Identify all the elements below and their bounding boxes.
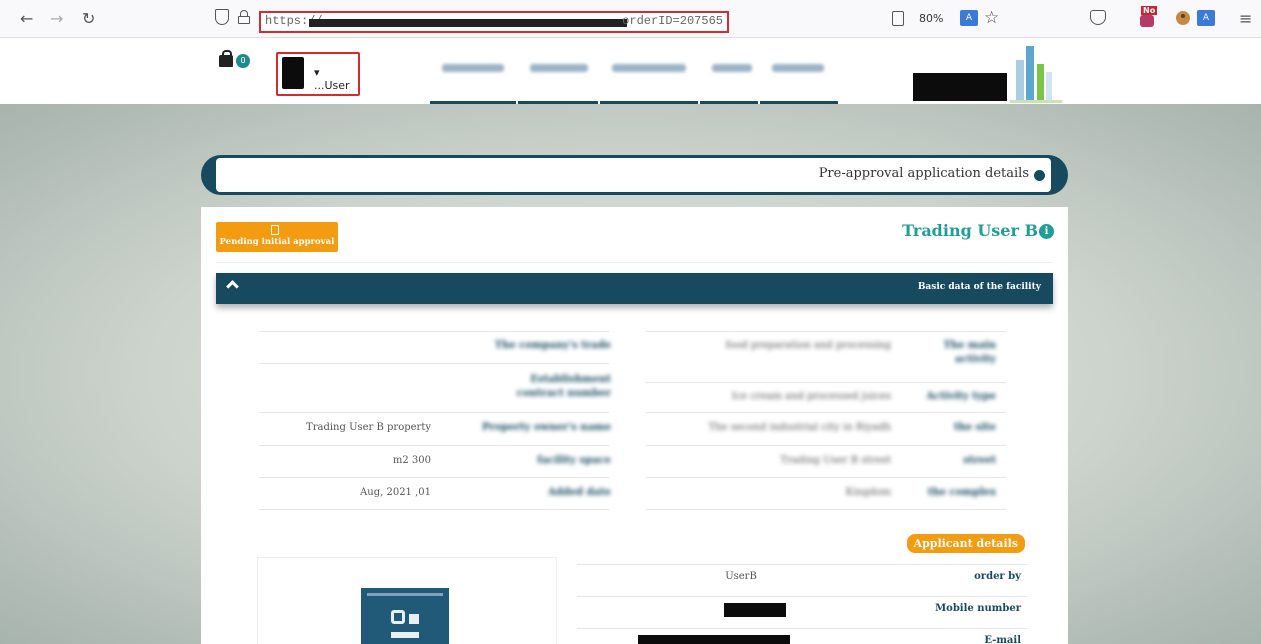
- applicant-order-by-value: UserB: [725, 571, 757, 582]
- avatar: [282, 57, 304, 89]
- field-label-site: the site: [953, 422, 996, 433]
- field-label-facility-space: facility space: [537, 455, 611, 466]
- chevron-up-icon[interactable]: [226, 280, 239, 293]
- reload-icon[interactable]: ↻: [82, 9, 95, 28]
- nav-item-5[interactable]: [760, 54, 838, 104]
- main-nav: [430, 54, 840, 104]
- zoom-level[interactable]: 80%: [919, 12, 943, 25]
- application-card: Pending initial approval Trading User B …: [201, 207, 1068, 644]
- section-title: Basic data of the facility: [917, 282, 1041, 292]
- nav-item-4[interactable]: [700, 54, 758, 104]
- email-redaction: [638, 635, 790, 644]
- forward-arrow-icon[interactable]: →: [50, 9, 63, 28]
- page-title-bar: Pre-approval application details: [201, 155, 1068, 195]
- field-value-activity-type: Ice cream and processed juices: [731, 391, 891, 402]
- field-label-added-date: Added date: [547, 487, 611, 498]
- nav-item-3[interactable]: [600, 54, 698, 104]
- url-query: orderID=207565: [622, 14, 723, 28]
- field-label-main-activity: The main activity: [943, 340, 996, 365]
- browser-toolbar: ← → ↻ https:// orderID=207565 80% A ☆ No…: [0, 0, 1261, 38]
- field-label-activity-type: Activity type: [926, 391, 996, 402]
- shield-icon[interactable]: [215, 9, 229, 25]
- applicant-details-badge: Applicant details: [906, 534, 1025, 553]
- site-logo-graphic: [1010, 42, 1062, 104]
- url-redaction: [309, 19, 627, 27]
- field-label-street: street: [963, 455, 996, 466]
- facility-name: Trading User B: [902, 221, 1038, 240]
- applicant-order-by-label: order by: [974, 571, 1021, 582]
- title-dot-icon: [1034, 170, 1045, 181]
- translate-icon[interactable]: A: [960, 10, 978, 26]
- mobile-number-redaction: [724, 603, 786, 617]
- nav-item-1[interactable]: [430, 54, 516, 104]
- applicant-mobile-label: Mobile number: [935, 603, 1021, 614]
- bookmark-star-icon[interactable]: ☆: [984, 8, 999, 28]
- url-bar[interactable]: https:// orderID=207565: [259, 11, 729, 33]
- reader-view-icon[interactable]: [892, 11, 904, 26]
- section-header-basic-data[interactable]: Basic data of the facility: [216, 273, 1053, 304]
- user-menu-dropdown[interactable]: ▾ ...User: [276, 52, 360, 96]
- hamburger-menu-icon[interactable]: ≡: [1239, 9, 1252, 28]
- back-arrow-icon[interactable]: ←: [20, 9, 33, 28]
- field-value-complex: Kingdom: [845, 487, 891, 498]
- document-icon: [271, 225, 279, 235]
- field-value-owner-name: Trading User B property: [306, 422, 431, 433]
- field-label-complex: the complex: [927, 487, 996, 498]
- extension-noscript-icon[interactable]: No: [1138, 6, 1160, 28]
- site-logo-redacted: [913, 73, 1007, 101]
- qr-code-image: [361, 588, 449, 644]
- field-value-site: The second industrial city in Riyadh: [708, 422, 892, 433]
- status-badge: Pending initial approval: [216, 222, 338, 252]
- nav-item-2[interactable]: [518, 54, 598, 104]
- extension-translate-icon[interactable]: A: [1197, 10, 1215, 26]
- shopping-bag-icon: [219, 50, 233, 67]
- field-label-owner-name: Property owner's name: [481, 422, 611, 433]
- applicant-email-label: E-mail: [984, 635, 1021, 644]
- info-icon[interactable]: i: [1039, 224, 1054, 239]
- pocket-icon[interactable]: [1090, 10, 1106, 25]
- field-value-facility-space: m2 300: [392, 455, 431, 466]
- status-badge-label: Pending initial approval: [219, 237, 335, 247]
- field-value-street: Trading User B street: [780, 455, 891, 466]
- field-label-establishment-number: Establishment contract number: [516, 374, 611, 399]
- field-value-added-date: Aug, 2021 ,01: [360, 487, 431, 498]
- extension-cookie-icon[interactable]: [1176, 11, 1190, 25]
- field-value-activity: food preparation and processing: [725, 340, 891, 351]
- lock-icon[interactable]: [238, 10, 250, 24]
- cart-count-badge: 0: [236, 54, 250, 68]
- page-title: Pre-approval application details: [818, 166, 1029, 181]
- divider: [216, 262, 1053, 263]
- extension-badge: No: [1141, 6, 1158, 15]
- field-label-company-trade: The company's trade: [494, 340, 611, 351]
- user-menu-label: ▾ ...User: [314, 66, 350, 92]
